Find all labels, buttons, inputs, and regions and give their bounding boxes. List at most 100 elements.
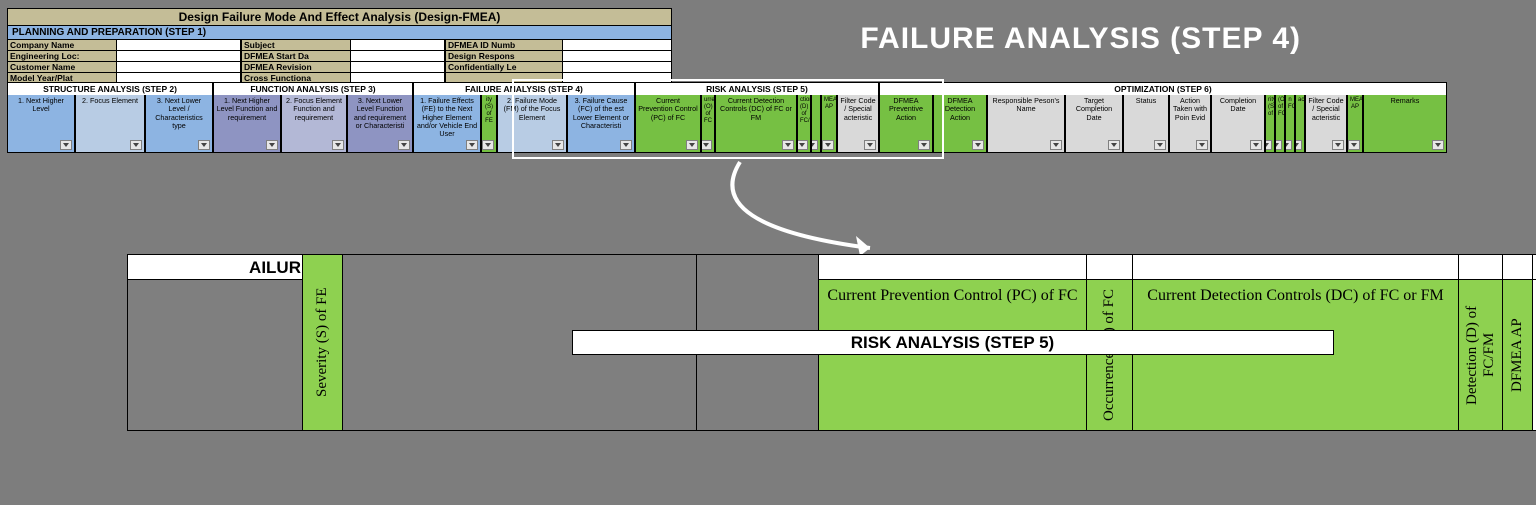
step-header[interactable]: OPTIMIZATION (STEP 6) — [879, 82, 1447, 96]
column-header[interactable]: 1. Failure Effects (FE) to the Next High… — [413, 95, 481, 153]
column-header[interactable]: Completion Date — [1211, 95, 1265, 153]
column-header[interactable]: n FC/FM — [1285, 95, 1295, 153]
meta-value[interactable] — [117, 51, 241, 62]
filter-dropdown-icon[interactable] — [1050, 140, 1062, 150]
planning-header[interactable]: PLANNING AND PREPARATION (STEP 1) — [7, 26, 672, 40]
column-header[interactable]: 3. Next Lower Level Function and require… — [347, 95, 413, 153]
filter-dropdown-icon[interactable] — [972, 140, 984, 150]
filter-dropdown-icon[interactable] — [130, 140, 142, 150]
step-header[interactable]: FUNCTION ANALYSIS (STEP 3) — [213, 82, 413, 96]
column-header[interactable]: Filter Code / Special acteristic — [837, 95, 879, 153]
column-header[interactable]: Status — [1123, 95, 1169, 153]
column-header[interactable]: (O) of FC — [1275, 95, 1285, 153]
column-header[interactable]: ity (S) of FE — [481, 95, 497, 153]
meta-value[interactable] — [117, 62, 241, 73]
step-header[interactable]: RISK ANALYSIS (STEP 5) — [635, 82, 879, 96]
column-header[interactable]: 1. Next Higher Level Function and requir… — [213, 95, 281, 153]
filter-dropdown-icon[interactable] — [811, 140, 818, 150]
zoom-risk-header[interactable]: RISK ANALYSIS (STEP 5) — [572, 330, 1334, 355]
zoom-header-fragment: AILUR — [128, 255, 302, 280]
meta-label: DFMEA ID Numb — [445, 40, 563, 51]
zoom-column: DFMEA AP — [1502, 255, 1532, 430]
fmea-sheet: Design Failure Mode And Effect Analysis … — [7, 8, 672, 84]
filter-dropdown-icon[interactable] — [864, 140, 876, 150]
column-header[interactable]: DFMEA Preventive Action — [879, 95, 933, 153]
meta-value[interactable] — [351, 51, 445, 62]
filter-dropdown-icon[interactable] — [266, 140, 278, 150]
filter-dropdown-icon[interactable] — [686, 140, 698, 150]
column-header[interactable]: Action Taken with Poin Evid — [1169, 95, 1211, 153]
filter-dropdown-icon[interactable] — [1432, 140, 1444, 150]
filter-dropdown-icon[interactable] — [1332, 140, 1344, 150]
column-header[interactable]: DFMEA Detection Action — [933, 95, 987, 153]
zoom-column: AILUR — [128, 255, 302, 430]
zoom-column: RISK ANALYSIS (STEP 5)Current Prevention… — [818, 255, 1086, 430]
meta-label: Engineering Loc: — [7, 51, 117, 62]
column-header[interactable]: ction (D) of FC/FM — [797, 95, 811, 153]
filter-dropdown-icon[interactable] — [332, 140, 344, 150]
column-header[interactable]: 2. Failure Mode (FM) of the Focus Elemen… — [497, 95, 567, 153]
filter-dropdown-icon[interactable] — [620, 140, 632, 150]
column-header[interactable]: urrence (O) of FC — [701, 95, 715, 153]
slide-title: FAILURE ANALYSIS (STEP 4) — [860, 22, 1301, 56]
zoom-col-label: Detection (D) of FC/FM — [1464, 280, 1498, 430]
column-header[interactable]: 2. Focus Element — [75, 95, 145, 153]
column-header[interactable]: MEA AP — [821, 95, 837, 153]
filter-dropdown-icon[interactable] — [1295, 140, 1302, 150]
zoom-col-label: DFMEA AP — [1509, 280, 1526, 430]
column-header[interactable]: Remarks — [1363, 95, 1447, 153]
filter-dropdown-icon[interactable] — [782, 140, 794, 150]
column-header[interactable]: Filter Code / Special acteristic — [1305, 95, 1347, 153]
meta-label: Design Respons — [445, 51, 563, 62]
filter-dropdown-icon[interactable] — [1196, 140, 1208, 150]
column-header[interactable]: MEA AP — [1347, 95, 1363, 153]
step-header[interactable]: FAILURE ANALYSIS (STEP 4) — [413, 82, 635, 96]
zoom-col-label: Current Detection Controls (DC) of FC or… — [1139, 280, 1451, 430]
meta-value[interactable] — [117, 40, 241, 51]
filter-dropdown-icon[interactable] — [198, 140, 210, 150]
meta-label: Subject — [241, 40, 351, 51]
meta-value[interactable] — [563, 51, 672, 62]
meta-area: Company Name Subject DFMEA ID Numb Engineer… — [7, 40, 672, 84]
meta-value[interactable] — [351, 62, 445, 73]
filter-dropdown-icon[interactable] — [482, 140, 494, 150]
filter-dropdown-icon[interactable] — [797, 140, 808, 150]
column-header[interactable]: 2. Focus Element Function and requiremen… — [281, 95, 347, 153]
filter-dropdown-icon[interactable] — [552, 140, 564, 150]
column-header[interactable]: Current Detection Controls (DC) of FC or… — [715, 95, 797, 153]
column-header[interactable]: 3. Next Lower Level / Characteristics ty… — [145, 95, 213, 153]
filter-dropdown-icon[interactable] — [1250, 140, 1262, 150]
meta-label: DFMEA Start Da — [241, 51, 351, 62]
filter-dropdown-icon[interactable] — [60, 140, 72, 150]
filter-dropdown-icon[interactable] — [701, 140, 712, 150]
column-header[interactable]: 1. Next Higher Level — [7, 95, 75, 153]
filter-dropdown-icon[interactable] — [466, 140, 478, 150]
zoom-col-label: Severity (S) of FE — [314, 255, 331, 430]
column-header[interactable]: rity (S) of — [1265, 95, 1275, 153]
filter-dropdown-icon[interactable] — [1348, 140, 1360, 150]
meta-value[interactable] — [351, 40, 445, 51]
filter-dropdown-icon[interactable] — [1275, 140, 1282, 150]
filter-dropdown-icon[interactable] — [822, 140, 834, 150]
meta-value[interactable] — [563, 62, 672, 73]
column-header[interactable]: 3. Failure Cause (FC) of the est Lower E… — [567, 95, 635, 153]
filter-dropdown-icon[interactable] — [1154, 140, 1166, 150]
column-headers-row: 1. Next Higher Level2. Focus Element3. N… — [7, 95, 1447, 153]
column-header[interactable]: acteristic — [1295, 95, 1305, 153]
filter-dropdown-icon[interactable] — [398, 140, 410, 150]
column-header[interactable]: Responsible Peson's Name — [987, 95, 1065, 153]
step-header[interactable]: STRUCTURE ANALYSIS (STEP 2) — [7, 82, 213, 96]
zoom-column: Filter Code / Special Characteristics — [1532, 255, 1536, 430]
filter-dropdown-icon[interactable] — [1108, 140, 1120, 150]
column-header[interactable] — [811, 95, 821, 153]
filter-dropdown-icon[interactable] — [1265, 140, 1272, 150]
filter-dropdown-icon[interactable] — [1285, 140, 1292, 150]
meta-label: Company Name — [7, 40, 117, 51]
column-header[interactable]: Current Prevention Control (PC) of FC — [635, 95, 701, 153]
column-header[interactable]: Target Completion Date — [1065, 95, 1123, 153]
filter-dropdown-icon[interactable] — [918, 140, 930, 150]
meta-value[interactable] — [563, 40, 672, 51]
zoom-detail: AILUR Severity (S) of FE RISK ANALYSIS (ST… — [127, 254, 1536, 431]
zoom-column: Severity (S) of FE — [302, 255, 342, 430]
meta-label: DFMEA Revision — [241, 62, 351, 73]
